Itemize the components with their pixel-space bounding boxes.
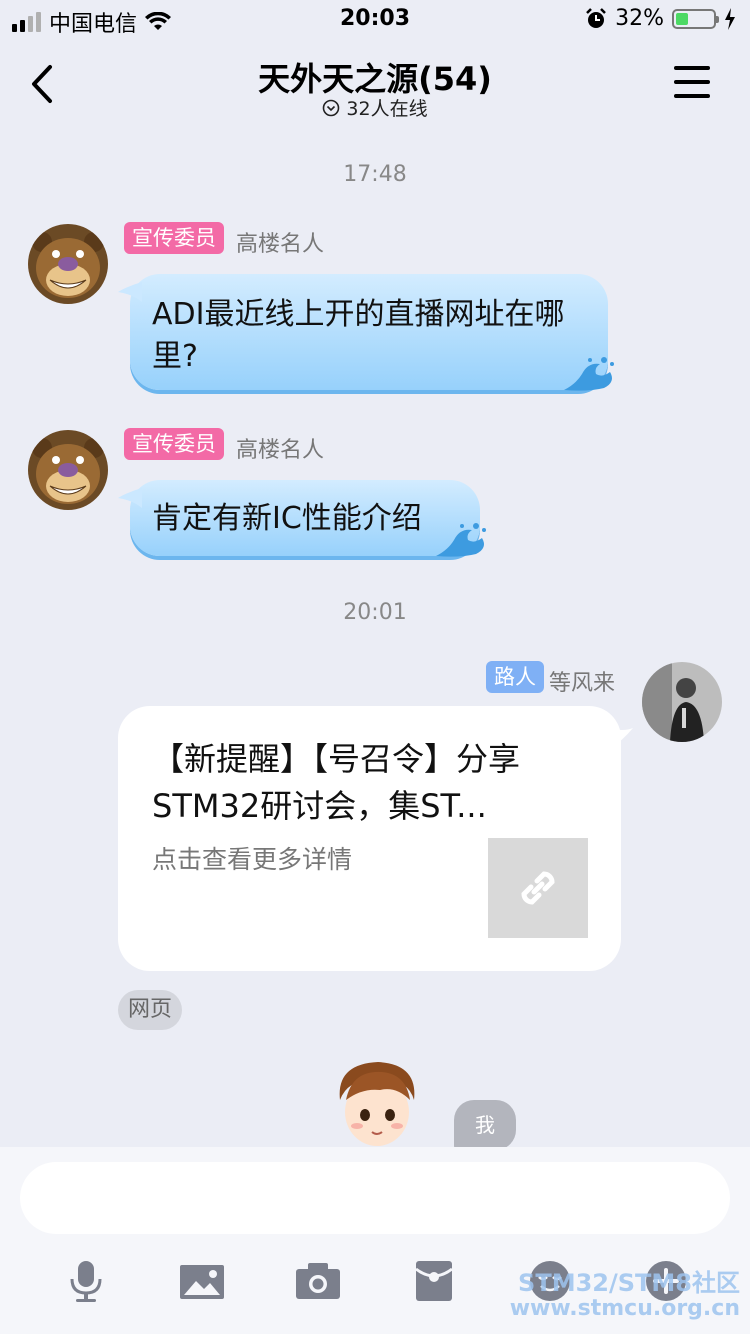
online-count[interactable]: 32人在线 [0,94,750,121]
link-thumbnail [488,838,588,938]
sender-name: 等风来 [549,671,616,696]
avatar-bear[interactable] [28,224,108,304]
red-packet-icon[interactable] [412,1259,456,1303]
webpage-tag: 网页 [118,990,183,1030]
watermark: STM32/STM8社区 www.stmcu.org.cn [510,1270,740,1322]
link-card-title: 【新提醒】【号召令】分享STM32研讨会，集ST... [152,740,521,825]
image-icon[interactable] [180,1259,224,1303]
charging-icon [725,7,735,30]
self-label-chip: 我 [454,1100,516,1150]
alarm-icon [586,7,606,28]
message-input[interactable] [20,1162,730,1234]
avatar-bear[interactable] [28,430,108,510]
message-text: ADI最近线上开的直播网址在哪里? [152,297,565,374]
message-text: 肯定有新IC性能介绍 [152,501,422,536]
chat-header: 天外天之源(54) 32人在线 [0,40,750,128]
role-badge: 宣传委员 [124,428,224,460]
wave-decoration-icon [436,523,486,557]
message-bubble[interactable]: ADI最近线上开的直播网址在哪里? [118,274,614,391]
chevron-down-circle-icon [323,99,340,116]
camera-icon[interactable] [296,1259,340,1303]
timestamp: 17:48 [343,162,407,187]
avatar-user[interactable] [642,662,722,742]
link-card-description: 点击查看更多详情 [152,845,353,874]
input-panel: STM32/STM8社区 www.stmcu.org.cn [0,1147,750,1334]
sender-name: 高楼名人 [236,232,325,257]
link-icon [521,871,555,905]
battery-percent: 32% [615,6,664,31]
wave-decoration-icon [564,357,614,391]
online-count-label: 32人在线 [346,98,428,120]
sender-name: 高楼名人 [236,438,325,463]
watermark-line1: STM32/STM8社区 [518,1269,740,1297]
role-badge: 路人 [486,661,544,693]
watermark-line2: www.stmcu.org.cn [509,1296,740,1321]
battery-icon [672,8,719,29]
message-bubble[interactable]: 肯定有新IC性能介绍 [118,480,486,557]
timestamp: 20:01 [343,600,407,625]
sticker-avatar[interactable] [332,1060,422,1151]
link-card[interactable]: 【新提醒】【号召令】分享STM32研讨会，集ST... 点击查看更多详情 [118,706,633,971]
role-badge: 宣传委员 [124,222,224,254]
microphone-icon[interactable] [64,1259,108,1303]
menu-button[interactable] [674,66,710,100]
status-bar: 中国电信 20:03 32% [0,0,750,40]
